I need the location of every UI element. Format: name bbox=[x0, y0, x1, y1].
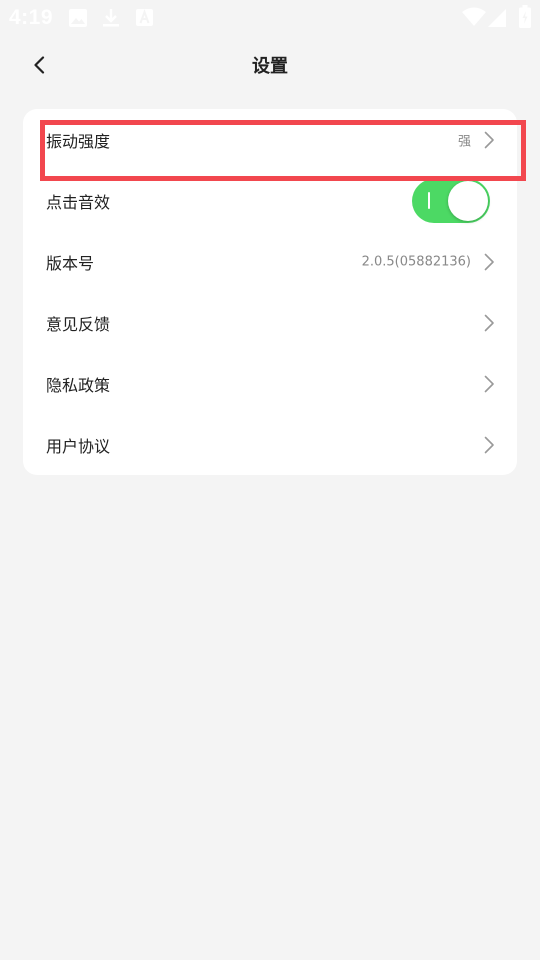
toggle-knob bbox=[448, 180, 488, 221]
download-icon bbox=[103, 9, 119, 27]
version-label: 版本号 bbox=[46, 253, 95, 273]
chevron-right-icon bbox=[484, 253, 494, 270]
version-value: 2.0.5(05882136) bbox=[361, 254, 471, 269]
version-row[interactable]: 版本号 2.0.5(05882136) bbox=[23, 231, 517, 292]
wifi-icon bbox=[462, 7, 486, 26]
feedback-label: 意见反馈 bbox=[46, 314, 111, 334]
vibration-intensity-label: 振动强度 bbox=[46, 131, 111, 151]
page-title: 设置 bbox=[252, 56, 288, 77]
image-icon bbox=[69, 9, 87, 27]
click-sound-row: 点击音效 bbox=[23, 170, 517, 231]
header: 设置 bbox=[0, 36, 540, 96]
status-time: 4:19 bbox=[9, 6, 54, 29]
privacy-policy-row[interactable]: 隐私政策 bbox=[23, 353, 517, 414]
chevron-right-icon bbox=[484, 375, 494, 392]
toggle-on-mark bbox=[428, 191, 430, 209]
settings-card: 振动强度 强 点击音效 版本号 2.0.5(05882136) 意见反馈 隐私政… bbox=[23, 109, 517, 475]
chevron-right-icon bbox=[484, 314, 494, 331]
privacy-policy-label: 隐私政策 bbox=[46, 375, 111, 395]
battery-icon bbox=[519, 5, 531, 28]
vibration-intensity-value: 强 bbox=[457, 134, 471, 149]
status-bar: 4:19 bbox=[0, 0, 540, 36]
user-agreement-row[interactable]: 用户协议 bbox=[23, 414, 517, 475]
signal-icon bbox=[488, 9, 506, 27]
click-sound-label: 点击音效 bbox=[46, 192, 111, 212]
vibration-intensity-row[interactable]: 振动强度 强 bbox=[23, 109, 517, 170]
chevron-right-icon bbox=[484, 131, 494, 148]
feedback-row[interactable]: 意见反馈 bbox=[23, 292, 517, 353]
font-a-icon bbox=[136, 9, 153, 26]
chevron-right-icon bbox=[484, 436, 494, 453]
click-sound-toggle[interactable] bbox=[412, 178, 490, 223]
user-agreement-label: 用户协议 bbox=[46, 436, 111, 456]
